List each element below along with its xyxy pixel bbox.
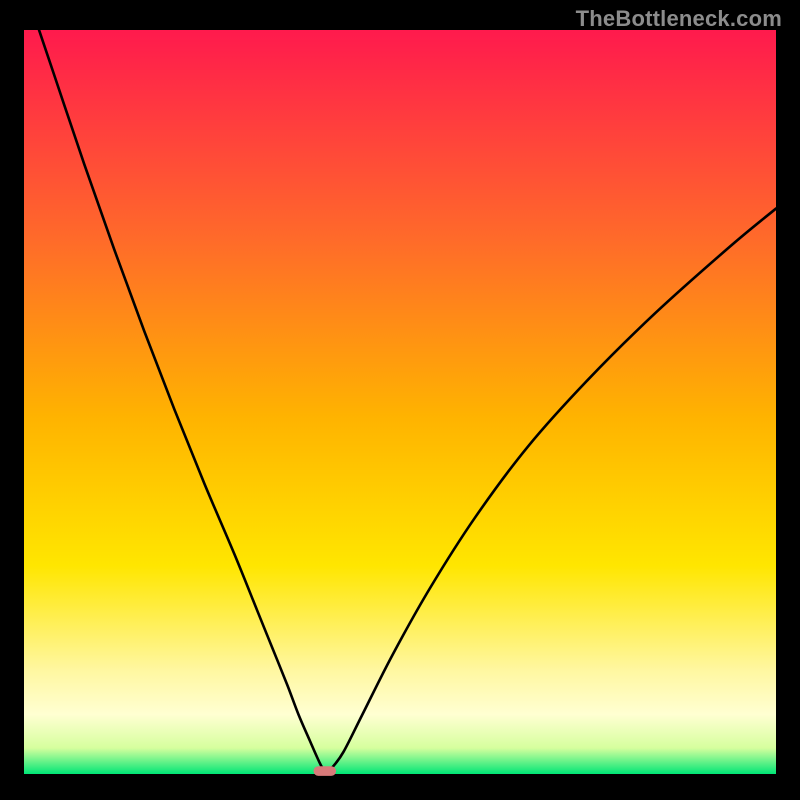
minimum-marker	[314, 766, 337, 776]
plot-background	[24, 30, 776, 774]
chart-frame: { "watermark": "TheBottleneck.com", "col…	[0, 0, 800, 800]
bottleneck-chart	[0, 0, 800, 800]
